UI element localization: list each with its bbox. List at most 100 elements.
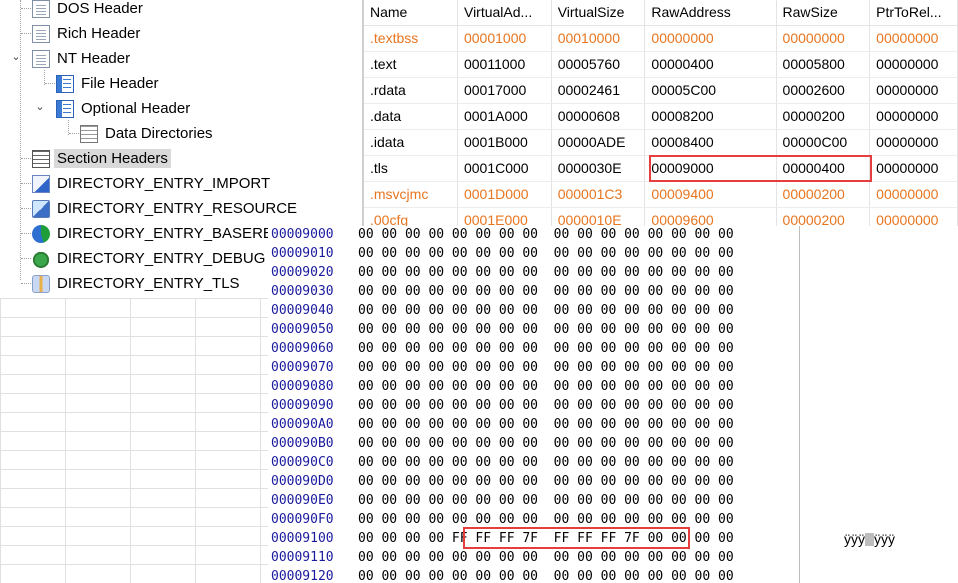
tree-item-directory-entry-tls[interactable]: DIRECTORY_ENTRY_TLS <box>32 271 243 296</box>
tree-connector-line <box>45 83 55 84</box>
table-cell: 00001000 <box>457 25 552 52</box>
tree-item-rich-header[interactable]: Rich Header <box>32 21 143 46</box>
tree-item-label: NT Header <box>57 50 131 67</box>
table-cell: 00011000 <box>457 51 552 78</box>
table-cell: 0001A000 <box>457 103 552 130</box>
table-cell: 00000400 <box>776 155 871 182</box>
tree-connector-line <box>21 8 31 9</box>
section-headers-table: Name VirtualAd... VirtualSize RawAddress… <box>362 0 958 226</box>
table-cell: 0000030E <box>551 155 646 182</box>
table-cell: 0000010E <box>551 207 646 226</box>
column-header-raw-address[interactable]: RawAddress <box>644 0 777 26</box>
hex-row[interactable]: 00009050 00 00 00 00 00 00 00 00 00 00 00… <box>268 320 734 339</box>
table-row[interactable]: .00cfg 0001E000 0000010E 00009600 000002… <box>364 207 958 226</box>
tree-item-nt-header[interactable]: NT Header <box>32 46 133 71</box>
table-cell: .idata <box>364 129 458 156</box>
hex-row[interactable]: 000090F0 00 00 00 00 00 00 00 00 00 00 00… <box>268 510 734 529</box>
table-header-row: Name VirtualAd... VirtualSize RawAddress… <box>364 0 958 26</box>
table-row[interactable]: .text 00011000 00005760 00000400 0000580… <box>364 51 958 78</box>
hex-address: 000090E0 <box>271 493 334 508</box>
hex-bytes: 00 00 00 00 00 00 00 00 00 00 00 00 00 0… <box>358 455 734 470</box>
table-cell: 00000000 <box>869 129 958 156</box>
ascii-line: ÿÿÿ ÿÿÿ <box>844 531 895 547</box>
column-header-raw-size[interactable]: RawSize <box>776 0 871 26</box>
hex-row[interactable]: 00009080 00 00 00 00 00 00 00 00 00 00 00… <box>268 377 734 396</box>
table-cell: 00000000 <box>869 181 958 208</box>
spreadsheet-grid-background <box>0 298 270 583</box>
hex-row[interactable]: 00009090 00 00 00 00 00 00 00 00 00 00 00… <box>268 396 734 415</box>
hex-address: 000090F0 <box>271 512 334 527</box>
table-cell: 00008400 <box>644 129 777 156</box>
hex-row[interactable]: 000090D0 00 00 00 00 00 00 00 00 00 00 00… <box>268 472 734 491</box>
table-cell: .tls <box>364 155 458 182</box>
table-cell: 00000000 <box>869 103 958 130</box>
table-row[interactable]: .textbss 00001000 00010000 00000000 0000… <box>364 25 958 52</box>
hex-address: 00009030 <box>271 284 334 299</box>
table-cell: 00005760 <box>551 51 646 78</box>
table-row[interactable]: .data 0001A000 00000608 00008200 0000020… <box>364 103 958 130</box>
table-row[interactable]: .tls 0001C000 0000030E 00009000 00000400… <box>364 155 958 182</box>
hex-bytes: 00 00 00 00 00 00 00 00 00 00 00 00 00 0… <box>358 474 734 489</box>
table-cell: 0001E000 <box>457 207 552 226</box>
table-row[interactable]: .idata 0001B000 00000ADE 00008400 00000C… <box>364 129 958 156</box>
table-cell: 00000ADE <box>551 129 646 156</box>
hex-row[interactable]: 00009120 00 00 00 00 00 00 00 00 00 00 00… <box>268 567 734 583</box>
optional-header-chevron-down-icon[interactable]: ⌄ <box>34 100 46 113</box>
hex-address: 00009060 <box>271 341 334 356</box>
table-cell: 00009000 <box>644 155 777 182</box>
hex-row[interactable]: 00009000 00 00 00 00 00 00 00 00 00 00 00… <box>268 226 734 244</box>
column-header-ptr-to-relocs[interactable]: PtrToRel... <box>869 0 958 26</box>
hex-address: 000090D0 <box>271 474 334 489</box>
tree-item-data-directories[interactable]: Data Directories <box>80 121 216 146</box>
hex-row[interactable]: 000090B0 00 00 00 00 00 00 00 00 00 00 00… <box>268 434 734 453</box>
table-cell: 00008200 <box>644 103 777 130</box>
hex-row[interactable]: 000090A0 00 00 00 00 00 00 00 00 00 00 00… <box>268 415 734 434</box>
table-cell: 00010000 <box>551 25 646 52</box>
table-cell: 000001C3 <box>551 181 646 208</box>
tree-item-label: Optional Header <box>81 100 191 117</box>
table-cell: 00005800 <box>776 51 871 78</box>
hex-row[interactable]: 00009110 00 00 00 00 00 00 00 00 00 00 00… <box>268 548 734 567</box>
tree-item-directory-entry-resource[interactable]: DIRECTORY_ENTRY_RESOURCE <box>32 196 300 221</box>
tree-item-directory-entry-debug[interactable]: DIRECTORY_ENTRY_DEBUG <box>32 246 268 271</box>
column-header-virtual-address[interactable]: VirtualAd... <box>457 0 552 26</box>
cursor-marker <box>865 533 874 546</box>
hex-bytes: 00 00 00 00 00 00 00 00 00 00 00 00 00 0… <box>358 379 734 394</box>
hex-bytes: 00 00 00 00 00 00 00 00 00 00 00 00 00 0… <box>358 265 734 280</box>
table-row[interactable]: .msvcjmc 0001D000 000001C3 00009400 0000… <box>364 181 958 208</box>
tree-connector-line <box>21 208 31 209</box>
table-cell: 00000000 <box>869 77 958 104</box>
tree-item-section-headers[interactable]: Section Headers <box>32 146 171 171</box>
grid-icon <box>80 124 98 143</box>
tree-connector-line <box>21 183 31 184</box>
table-icon <box>56 74 74 93</box>
hex-row[interactable]: 00009020 00 00 00 00 00 00 00 00 00 00 00… <box>268 263 734 282</box>
nt-header-chevron-down-icon[interactable]: ⌄ <box>10 50 22 63</box>
hex-row[interactable]: 00009030 00 00 00 00 00 00 00 00 00 00 00… <box>268 282 734 301</box>
tree-connector-line <box>20 0 21 280</box>
hex-row[interactable]: 00009100 00 00 00 00 FF FF FF 7F FF FF FF… <box>268 529 734 548</box>
table-row[interactable]: .rdata 00017000 00002461 00005C00 000026… <box>364 77 958 104</box>
table-icon <box>56 99 74 118</box>
tree-item-directory-entry-import[interactable]: DIRECTORY_ENTRY_IMPORT <box>32 171 273 196</box>
table-cell: 00009600 <box>644 207 777 226</box>
tree-item-label: Rich Header <box>57 25 141 42</box>
tree-connector-line <box>21 158 31 159</box>
tree-item-label: DIRECTORY_ENTRY_RESOURCE <box>57 200 298 217</box>
tls-icon <box>32 274 50 293</box>
tree-item-directory-entry-basereloc[interactable]: DIRECTORY_ENTRY_BASERELOC <box>32 221 307 246</box>
column-header-virtual-size[interactable]: VirtualSize <box>551 0 646 26</box>
column-header-name[interactable]: Name <box>364 0 458 26</box>
hex-row[interactable]: 000090E0 00 00 00 00 00 00 00 00 00 00 00… <box>268 491 734 510</box>
resource-icon <box>32 199 50 218</box>
tree-item-optional-header[interactable]: Optional Header <box>56 96 193 121</box>
tree-item-file-header[interactable]: File Header <box>56 71 162 96</box>
hex-row[interactable]: 00009040 00 00 00 00 00 00 00 00 00 00 00… <box>268 301 734 320</box>
hex-row[interactable]: 00009070 00 00 00 00 00 00 00 00 00 00 00… <box>268 358 734 377</box>
tree-item-dos-header[interactable]: DOS Header <box>32 0 146 21</box>
table-cell: 00002461 <box>551 77 646 104</box>
hex-row[interactable]: 00009060 00 00 00 00 00 00 00 00 00 00 00… <box>268 339 734 358</box>
hex-bytes: 00 00 00 00 00 00 00 00 00 00 00 00 00 0… <box>358 569 734 583</box>
hex-row[interactable]: 00009010 00 00 00 00 00 00 00 00 00 00 00… <box>268 244 734 263</box>
hex-row[interactable]: 000090C0 00 00 00 00 00 00 00 00 00 00 00… <box>268 453 734 472</box>
